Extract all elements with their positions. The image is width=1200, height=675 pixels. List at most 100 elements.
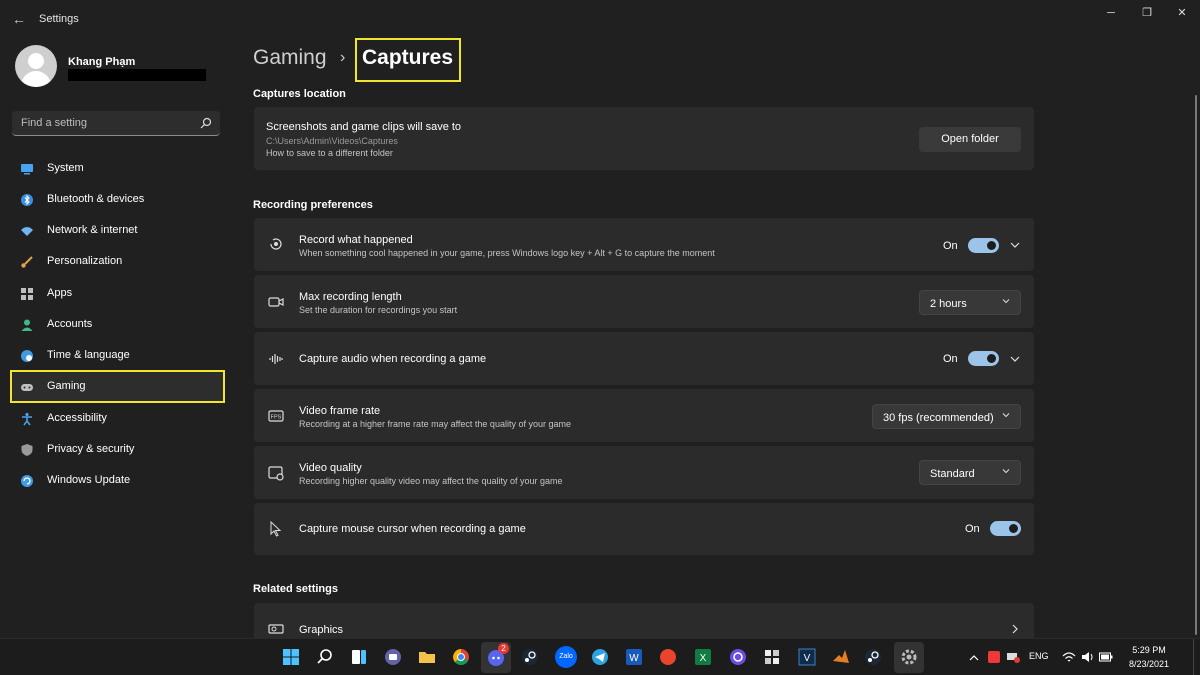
word-icon[interactable]: W — [623, 646, 645, 668]
scrollbar[interactable] — [1195, 95, 1197, 635]
video-settings-icon — [268, 466, 284, 481]
avatar[interactable] — [15, 45, 57, 87]
chevron-right-icon[interactable] — [1010, 624, 1020, 634]
captures-path: C:\Users\Admin\Videos\Captures — [266, 136, 398, 146]
video-quality-title: Video quality — [299, 462, 362, 474]
circle-app-icon[interactable] — [727, 646, 749, 668]
breadcrumb-separator: › — [340, 49, 346, 66]
sidebar-item-bluetooth[interactable]: Bluetooth & devices — [12, 185, 224, 214]
back-arrow-icon[interactable]: ← — [10, 10, 28, 28]
close-button[interactable]: ✕ — [1164, 4, 1200, 22]
minimize-button[interactable]: ─ — [1093, 4, 1129, 22]
section-recording-preferences: Recording preferences — [253, 199, 373, 211]
sidebar-item-accounts[interactable]: Accounts — [12, 310, 224, 339]
vivaldi-tray-icon[interactable] — [987, 650, 1001, 664]
toggle-state-label: On — [965, 523, 980, 535]
save-location-help-link[interactable]: How to save to a different folder — [266, 148, 393, 158]
notification-badge: 2 — [498, 643, 509, 654]
video-frame-rate-card: FPS Video frame rate Recording at a high… — [254, 389, 1034, 442]
search-icon[interactable] — [199, 116, 213, 130]
maximize-button[interactable]: ❐ — [1129, 4, 1165, 22]
max-recording-length-title: Max recording length — [299, 291, 402, 303]
telegram-icon[interactable] — [589, 646, 611, 668]
capture-audio-card[interactable]: Capture audio when recording a game On — [254, 332, 1034, 385]
capture-mouse-cursor-card: Capture mouse cursor when recording a ga… — [254, 503, 1034, 555]
vs-app-icon[interactable]: V — [796, 646, 818, 668]
settings-gear-icon[interactable] — [898, 646, 920, 668]
graphics-card[interactable]: Graphics — [254, 603, 1034, 638]
wifi-icon — [21, 227, 33, 236]
clock-date: 8/23/2021 — [1128, 659, 1170, 669]
battery-icon[interactable] — [1099, 651, 1113, 663]
bluetooth-icon — [21, 194, 33, 206]
toggle-state-label: On — [943, 353, 958, 365]
language-indicator[interactable]: ENG — [1029, 651, 1049, 661]
clock[interactable]: 5:29 PM 8/23/2021 — [1122, 643, 1176, 671]
sidebar-item-network[interactable]: Network & internet — [12, 216, 224, 245]
teams-chat-icon[interactable] — [382, 646, 404, 668]
sidebar-item-label: Bluetooth & devices — [47, 193, 145, 205]
chevron-down-icon[interactable] — [1010, 240, 1020, 250]
record-icon — [270, 238, 282, 250]
max-recording-length-dropdown[interactable]: 2 hours — [919, 290, 1021, 315]
taskbar: 2 Zalo W X V ENG 5:29 PM 8/23/2021 — [0, 638, 1200, 675]
captures-location-card: Screenshots and game clips will save to … — [254, 107, 1034, 170]
graphics-title: Graphics — [299, 624, 344, 636]
puzzle-app-icon[interactable] — [761, 646, 783, 668]
video-frame-rate-title: Video frame rate — [299, 405, 381, 417]
sidebar-item-windows-update[interactable]: Windows Update — [12, 466, 224, 495]
page-title: Captures — [362, 46, 454, 69]
sidebar-item-label: Network & internet — [47, 224, 138, 236]
svg-text:X: X — [700, 653, 707, 664]
steam-icon[interactable] — [862, 646, 884, 668]
sidebar-item-personalization[interactable]: Personalization — [12, 247, 224, 276]
chevron-down-icon — [1002, 413, 1010, 418]
open-folder-button[interactable]: Open folder — [919, 127, 1021, 152]
chevron-up-icon[interactable] — [969, 653, 979, 663]
search-icon[interactable] — [314, 646, 336, 668]
search-input[interactable] — [12, 111, 192, 135]
sidebar-item-system[interactable]: System — [12, 154, 224, 183]
graphics-card-icon — [268, 624, 284, 634]
breadcrumb-parent[interactable]: Gaming — [253, 46, 327, 70]
show-desktop-button[interactable] — [1193, 639, 1197, 675]
record-what-happened-toggle[interactable] — [968, 238, 999, 253]
video-quality-dropdown[interactable]: Standard — [919, 460, 1021, 485]
task-view-icon[interactable] — [348, 646, 370, 668]
sidebar-item-label: Windows Update — [47, 474, 131, 486]
video-camera-icon — [268, 297, 284, 307]
brush-icon — [21, 256, 33, 268]
fps-icon: FPS — [268, 410, 284, 422]
capture-mouse-cursor-title: Capture mouse cursor when recording a ga… — [299, 523, 526, 535]
sidebar-item-label: Accessibility — [47, 412, 107, 424]
sidebar-item-privacy[interactable]: Privacy & security — [12, 435, 224, 464]
volume-icon[interactable] — [1081, 650, 1095, 664]
record-what-happened-card[interactable]: Record what happened When something cool… — [254, 218, 1034, 271]
network-warning-icon[interactable] — [1006, 650, 1020, 664]
matlab-icon[interactable] — [830, 646, 852, 668]
capture-mouse-cursor-toggle[interactable] — [990, 521, 1021, 536]
sidebar-item-apps[interactable]: Apps — [12, 279, 224, 308]
steam-icon[interactable] — [519, 646, 541, 668]
svg-text:V: V — [804, 653, 811, 664]
globe-icon — [21, 350, 33, 362]
sidebar-item-time-language[interactable]: Time & language — [12, 341, 224, 370]
video-quality-subtitle: Recording higher quality video may affec… — [299, 476, 563, 486]
capture-audio-toggle[interactable] — [968, 351, 999, 366]
zalo-icon[interactable]: Zalo — [555, 646, 577, 668]
video-frame-rate-dropdown[interactable]: 30 fps (recommended) — [872, 404, 1021, 429]
search-box[interactable] — [12, 111, 220, 136]
sidebar-item-accessibility[interactable]: Accessibility — [12, 404, 224, 433]
wps-office-icon[interactable] — [657, 646, 679, 668]
sidebar-item-label: Privacy & security — [47, 443, 135, 455]
file-explorer-icon[interactable] — [416, 646, 438, 668]
excel-icon[interactable]: X — [692, 646, 714, 668]
chevron-down-icon[interactable] — [1010, 354, 1020, 364]
max-recording-length-subtitle: Set the duration for recordings you star… — [299, 305, 458, 315]
app-title: Settings — [39, 13, 79, 25]
start-button-icon[interactable] — [280, 646, 302, 668]
wifi-icon[interactable] — [1062, 650, 1076, 664]
system-icon — [21, 164, 33, 175]
chrome-icon[interactable] — [450, 646, 472, 668]
dropdown-value: Standard — [930, 468, 975, 480]
